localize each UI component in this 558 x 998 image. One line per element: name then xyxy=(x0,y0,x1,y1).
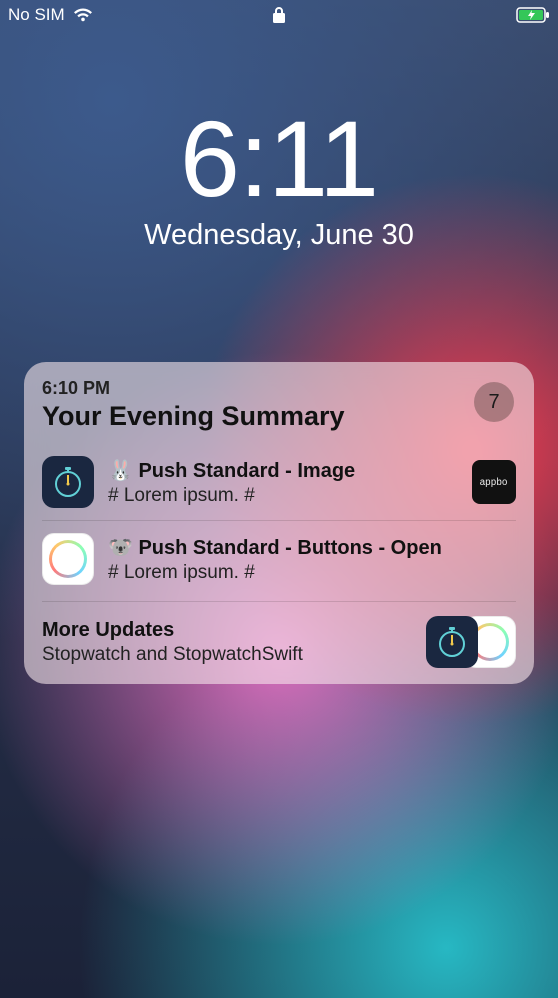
summary-title: Your Evening Summary xyxy=(42,401,516,432)
wifi-icon xyxy=(73,8,93,23)
notification-body: 🐰 Push Standard - Image # Lorem ipsum. # xyxy=(108,458,458,507)
clock-date: Wednesday, June 30 xyxy=(0,219,558,252)
more-updates-icons: b xyxy=(426,616,516,668)
clock-time: 6:11 xyxy=(0,105,558,213)
notification-title-text: Push Standard - Image xyxy=(138,460,355,482)
notification-emoji: 🐨 xyxy=(108,537,133,559)
notification-title: 🐰 Push Standard - Image xyxy=(108,458,458,483)
more-updates-title: More Updates xyxy=(42,619,414,642)
notification-thumbnail: appbo xyxy=(472,460,516,504)
status-bar: No SIM xyxy=(0,0,558,30)
notification-summary-card[interactable]: 6:10 PM Your Evening Summary 7 🐰 Push St… xyxy=(24,362,534,684)
thumbnail-label: appbo xyxy=(480,477,508,488)
notification-title: 🐨 Push Standard - Buttons - Open xyxy=(108,535,516,560)
carrier-label: No SIM xyxy=(8,5,65,25)
swift-letter: b xyxy=(484,631,496,654)
notification-title-text: Push Standard - Buttons - Open xyxy=(138,537,441,559)
status-left: No SIM xyxy=(8,5,93,25)
lock-icon xyxy=(273,7,285,23)
summary-header: 6:10 PM Your Evening Summary 7 xyxy=(42,378,516,432)
notification-text: # Lorem ipsum. # xyxy=(108,485,458,507)
app-icon-stopwatch-swift: b xyxy=(42,533,94,585)
summary-timestamp: 6:10 PM xyxy=(42,378,516,399)
more-updates-row[interactable]: More Updates Stopwatch and StopwatchSwif… xyxy=(42,601,516,668)
more-updates-subtitle: Stopwatch and StopwatchSwift xyxy=(42,644,414,666)
notification-body: 🐨 Push Standard - Buttons - Open # Lorem… xyxy=(108,535,516,584)
swift-letter: b xyxy=(62,548,74,571)
notification-item[interactable]: 🐰 Push Standard - Image # Lorem ipsum. #… xyxy=(42,444,516,520)
summary-count-badge[interactable]: 7 xyxy=(474,382,514,422)
notification-item[interactable]: b 🐨 Push Standard - Buttons - Open # Lor… xyxy=(42,520,516,597)
app-icon-stopwatch xyxy=(42,456,94,508)
lock-screen-clock: 6:11 Wednesday, June 30 xyxy=(0,105,558,252)
notification-emoji: 🐰 xyxy=(108,460,133,482)
battery-charging-icon xyxy=(516,7,550,23)
more-updates-text: More Updates Stopwatch and StopwatchSwif… xyxy=(42,619,414,666)
app-icon-stopwatch xyxy=(426,616,478,668)
notification-text: # Lorem ipsum. # xyxy=(108,562,516,584)
